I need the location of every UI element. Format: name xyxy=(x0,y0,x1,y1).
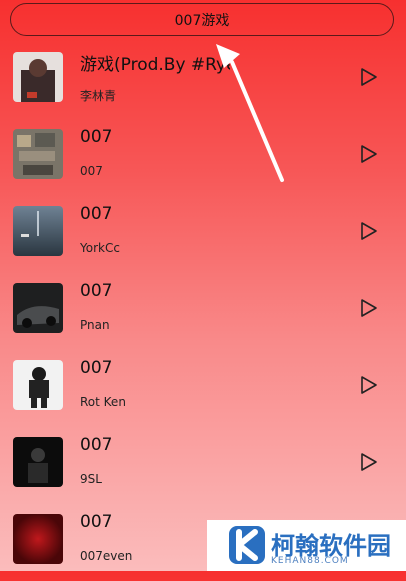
song-artist: YorkCc xyxy=(80,241,120,255)
play-icon[interactable] xyxy=(360,67,378,87)
kehan-logo-icon xyxy=(229,526,265,564)
song-row[interactable]: 007 Pnan xyxy=(0,273,406,350)
song-artist: 007 xyxy=(80,164,103,178)
song-row[interactable]: 007 007 xyxy=(0,119,406,196)
song-row[interactable]: 007 9SL xyxy=(0,427,406,504)
watermark-subtitle: KEHAN88.COM xyxy=(271,556,349,566)
song-title: 007 xyxy=(80,127,113,147)
song-title: 007 xyxy=(80,204,113,224)
play-icon[interactable] xyxy=(360,144,378,164)
album-cover xyxy=(13,514,63,564)
play-icon[interactable] xyxy=(360,375,378,395)
album-cover xyxy=(13,129,63,179)
search-bar[interactable]: 007游戏 xyxy=(10,3,394,36)
song-artist: 李林青 xyxy=(80,89,117,103)
song-title: 007 xyxy=(80,281,113,301)
song-artist: Pnan xyxy=(80,318,110,332)
album-cover xyxy=(13,360,63,410)
album-cover xyxy=(13,206,63,256)
song-row[interactable]: 007 Rot Ken xyxy=(0,350,406,427)
song-title: 007 xyxy=(80,435,113,455)
search-query: 007游戏 xyxy=(174,12,230,29)
album-cover xyxy=(13,52,63,102)
song-title: 007 xyxy=(80,358,113,378)
song-artist: 9SL xyxy=(80,472,102,486)
album-cover xyxy=(13,437,63,487)
play-icon[interactable] xyxy=(360,452,378,472)
play-icon[interactable] xyxy=(360,298,378,318)
play-icon[interactable] xyxy=(360,221,378,241)
song-title: 游戏(Prod.By #Rye xyxy=(80,55,230,75)
song-artist: 007even xyxy=(80,549,133,563)
watermark: 柯翰软件园 KEHAN88.COM xyxy=(207,520,406,571)
album-cover xyxy=(13,283,63,333)
song-artist: Rot Ken xyxy=(80,395,126,409)
song-row[interactable]: 游戏(Prod.By #Rye 李林青 xyxy=(0,42,406,119)
song-list: 游戏(Prod.By #Rye 李林青 007 007 007 YorkCc 0… xyxy=(0,42,406,581)
song-row[interactable]: 007 YorkCc xyxy=(0,196,406,273)
